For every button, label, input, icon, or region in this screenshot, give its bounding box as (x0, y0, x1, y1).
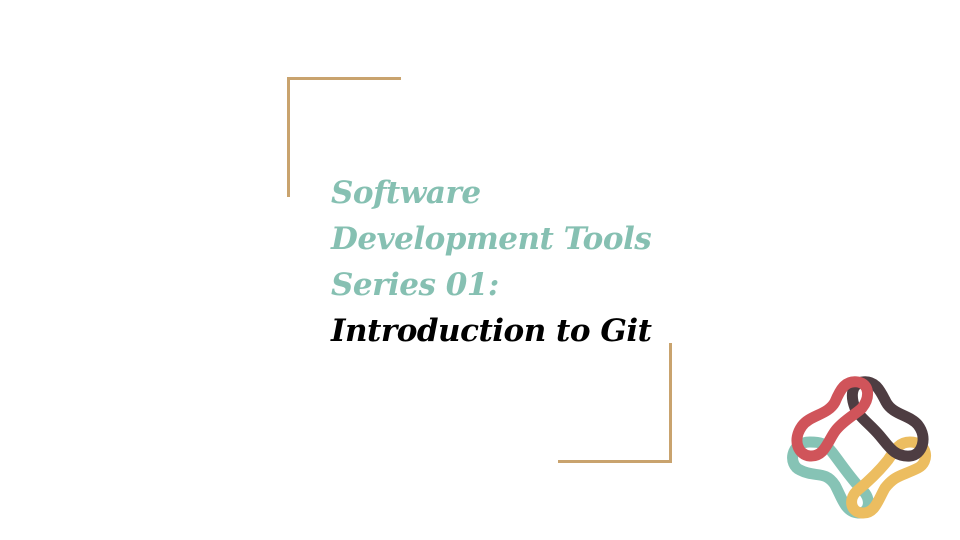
slide-subtitle: Introduction to Git (331, 313, 652, 349)
frame-top-left-vertical (287, 77, 290, 197)
frame-top-left-horizontal (287, 77, 401, 80)
frame-bottom-right-horizontal (558, 460, 672, 463)
title-line-3: Series 01: (331, 267, 499, 303)
slide-title: Software Development Tools Series 01: In… (331, 170, 652, 354)
interlocking-loops-logo-icon (787, 376, 931, 519)
title-line-1: Software (331, 175, 481, 211)
frame-bottom-right-vertical (669, 343, 672, 463)
title-line-2: Development Tools (331, 221, 652, 257)
